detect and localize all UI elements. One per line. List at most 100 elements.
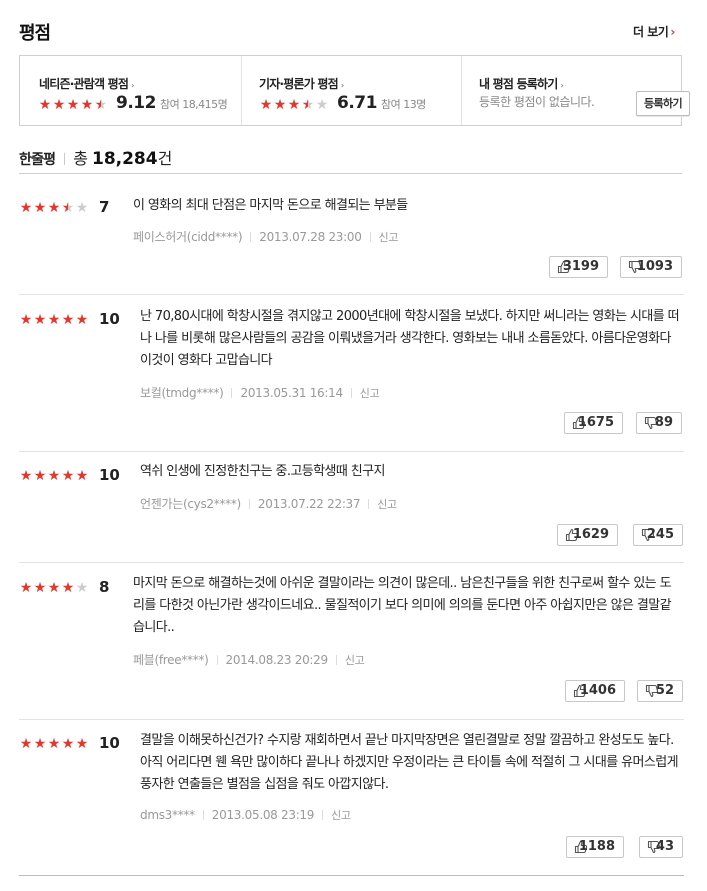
divider [19, 173, 682, 174]
critic-rating-stars: ★★★★★ [259, 96, 329, 112]
star-filled-icon: ★ [259, 96, 273, 113]
divider [322, 810, 324, 820]
like-count: 1675 [577, 415, 614, 430]
review-meta: dms3**** 2013.05.08 23:19 신고 [140, 807, 351, 823]
dislike-count: 245 [646, 527, 674, 542]
review-date: 2013.07.22 22:37 [257, 497, 361, 511]
like-button[interactable]: 1406 [565, 680, 625, 702]
critic-rating-link[interactable]: 기자·평론가 평점 › [259, 75, 344, 92]
dislike-button[interactable]: 52 [637, 680, 683, 702]
like-button[interactable]: 1675 [564, 412, 623, 434]
critic-rating-panel: 기자·평론가 평점 › ★★★★★ 6.71 참여 13명 [241, 56, 462, 125]
star-filled-icon: ★ [47, 736, 61, 752]
arrow-right-icon: › [560, 81, 563, 90]
like-count: 1406 [579, 683, 616, 698]
review-score: 10 [99, 466, 120, 484]
like-button[interactable]: 1188 [566, 836, 624, 858]
star-filled-icon: ★ [273, 96, 287, 113]
dislike-button[interactable]: 245 [633, 524, 683, 546]
dislike-button[interactable]: 89 [636, 412, 682, 434]
star-filled-icon: ★ [19, 468, 33, 484]
report-link[interactable]: 신고 [345, 654, 365, 667]
star-filled-icon: ★ [19, 312, 33, 328]
star-half-icon: ★ [94, 96, 108, 113]
review-score: 7 [99, 198, 110, 216]
star-filled-icon: ★ [47, 312, 61, 328]
review-count-label: 한줄평 [19, 152, 56, 168]
star-filled-icon: ★ [66, 96, 80, 113]
divider [64, 153, 66, 165]
review-stars: ★★★★★ [19, 199, 89, 215]
star-filled-icon: ★ [33, 736, 47, 752]
review-stars: ★★★★★ [19, 579, 89, 595]
star-empty-icon: ★ [75, 580, 89, 596]
review-date: 2013.05.08 23:19 [211, 808, 315, 822]
register-rating-button[interactable]: 등록하기 [636, 91, 690, 116]
netizen-score: 9.12 [116, 93, 156, 113]
divider [350, 388, 352, 398]
chevron-right-icon: › [670, 25, 675, 39]
review-date: 2014.08.23 20:29 [225, 653, 329, 667]
section-title: 평점 [19, 23, 51, 44]
netizen-rating-label: 네티즌·관람객 평점 [39, 77, 129, 91]
review-text: 결말을 이해못하신건가? 수지랑 재회하면서 끝난 마지막장면은 열린결말로 정… [140, 733, 679, 792]
like-count: 1188 [578, 839, 615, 854]
star-filled-icon: ★ [61, 580, 75, 596]
star-filled-icon: ★ [19, 200, 33, 216]
star-filled-icon: ★ [19, 580, 33, 596]
divider [231, 388, 233, 398]
review-meta: 보컬(tmdg****) 2013.05.31 16:14 신고 [140, 384, 380, 401]
like-count: 3199 [562, 259, 599, 274]
review-author[interactable]: 보컬(tmdg****) [140, 386, 224, 400]
star-filled-icon: ★ [33, 200, 47, 216]
review-stars: ★★★★★ [19, 467, 89, 483]
review-count-suffix: 건 [157, 149, 173, 168]
review-author[interactable]: dms3**** [140, 808, 195, 822]
arrow-right-icon: › [131, 81, 134, 90]
netizen-rating-panel: 네티즌·관람객 평점 › ★★★★★ 9.12 참여 18,415명 [20, 56, 242, 125]
review-score: 10 [99, 310, 120, 328]
star-filled-icon: ★ [75, 312, 89, 328]
like-button[interactable]: 1629 [557, 524, 618, 546]
review-author[interactable]: 페이스허거(cidd****) [133, 230, 243, 244]
my-rating-panel: 내 평점 등록하기 › 등록한 평점이 없습니다. 등록하기 [461, 56, 690, 125]
my-rating-link[interactable]: 내 평점 등록하기 › [479, 75, 564, 92]
like-button[interactable]: 3199 [549, 256, 608, 278]
review-meta: 페이스허거(cidd****) 2013.07.28 23:00 신고 [133, 228, 398, 245]
star-half-icon: ★ [61, 200, 75, 216]
star-empty-icon: ★ [75, 200, 89, 216]
star-half-icon: ★ [301, 96, 315, 113]
divider [368, 499, 370, 509]
rating-section: 평점 더 보기 › 네티즌·관람객 평점 › ★★★★★ 9.12 참여 18,415명… [0, 0, 707, 891]
rating-summary-box: 네티즌·관람객 평점 › ★★★★★ 9.12 참여 18,415명 기자·평론가 평… [19, 55, 690, 126]
star-empty-icon: ★ [315, 96, 329, 113]
divider [335, 655, 337, 665]
arrow-right-icon: › [340, 81, 344, 90]
dislike-count: 89 [654, 415, 673, 430]
review-text: 마지막 돈으로 해결하는것에 아쉬운 결말이라는 의견이 많은데.. 남은친구들… [133, 576, 672, 635]
star-filled-icon: ★ [287, 96, 301, 113]
review-count: 한줄평 총 18,284건 [19, 145, 172, 169]
netizen-rating-stars: ★★★★★ [38, 96, 108, 112]
critic-participants: 참여 13명 [380, 98, 426, 111]
dislike-count: 1093 [636, 259, 673, 274]
review-count-number: 18,284 [91, 149, 158, 169]
dislike-button[interactable]: 43 [639, 836, 683, 858]
review-count-prefix: 총 [73, 149, 88, 168]
critic-score: 6.71 [337, 93, 377, 113]
report-link[interactable]: 신고 [377, 498, 397, 511]
review-author[interactable]: 언젠가는(cys2****) [140, 497, 241, 511]
star-filled-icon: ★ [61, 468, 75, 484]
report-link[interactable]: 신고 [379, 231, 399, 244]
review-author[interactable]: 페블(free****) [133, 653, 209, 667]
divider [202, 810, 204, 820]
report-link[interactable]: 신고 [360, 387, 380, 400]
review-stars: ★★★★★ [19, 311, 89, 327]
netizen-rating-link[interactable]: 네티즌·관람객 평점 › [39, 75, 134, 92]
review-meta: 페블(free****) 2014.08.23 20:29 신고 [133, 651, 365, 668]
report-link[interactable]: 신고 [331, 809, 351, 822]
star-filled-icon: ★ [38, 96, 52, 113]
divider [19, 451, 684, 452]
dislike-button[interactable]: 1093 [620, 256, 682, 278]
more-link[interactable]: 더 보기 › [633, 23, 675, 40]
